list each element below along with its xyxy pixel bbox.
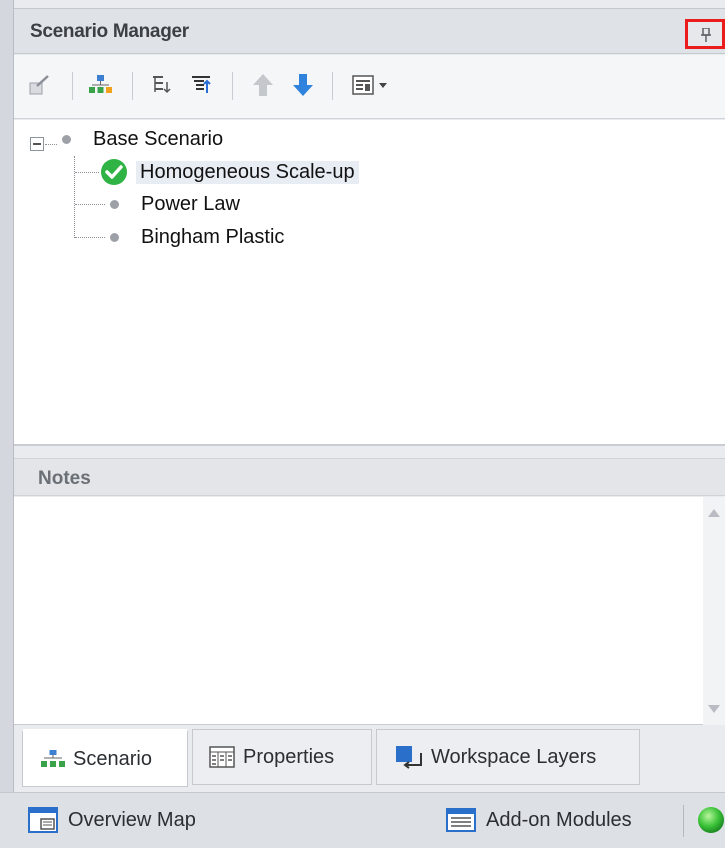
add-on-modules-button[interactable]: Add-on Modules [446,805,632,835]
tree-node-homogeneous-scale-up[interactable]: Homogeneous Scale-up [100,158,359,186]
expand-tree-icon [192,76,211,93]
tree-connector [75,237,105,238]
tab-scenario[interactable]: Scenario [22,729,188,787]
workspace-layers-icon [396,746,422,769]
move-down-icon [293,74,313,96]
pin-button[interactable] [685,19,725,49]
scroll-down-arrow-icon[interactable] [708,705,720,713]
scenario-dot-icon [110,232,119,242]
tree-node-bingham-plastic[interactable]: Bingham Plastic [110,223,284,251]
green-status-icon [698,807,724,833]
overview-map-icon [28,807,58,833]
move-down-button[interactable] [286,68,320,102]
modules-list-icon [446,808,476,832]
edit-scenario-icon [29,75,49,95]
notes-scrollbar[interactable] [703,497,725,725]
bottom-bar: Overview Map Add-on Modules [0,792,725,848]
notes-title: Notes [38,468,91,489]
tree-node-label: Power Law [141,192,240,215]
scroll-up-arrow-icon[interactable] [708,509,720,517]
panel-left-edge [0,0,14,848]
scenario-tree: Base Scenario Homogeneous Scale-up Power… [14,120,725,446]
toolbar-separator [232,72,233,100]
add-on-modules-label: Add-on Modules [486,808,632,831]
overview-map-label: Overview Map [68,808,196,831]
new-child-scenario-button[interactable] [84,68,118,102]
tree-node-base-scenario[interactable]: Base Scenario [62,125,223,153]
toolbar-separator [132,72,133,100]
view-options-dropdown[interactable] [344,68,398,102]
scenario-toolbar [14,55,725,119]
tab-workspace-layers[interactable]: Workspace Layers [376,729,640,785]
tree-connector [45,144,57,145]
toolbar-separator [72,72,73,100]
scenario-manager-panel: Scenario Manager Base Scenario Homogeneo… [0,0,725,848]
panel-title: Scenario Manager [30,21,189,42]
tree-node-power-law[interactable]: Power Law [110,190,240,218]
tree-node-label: Bingham Plastic [141,225,285,248]
panel-tab-strip: Scenario Properties Workspace Layers [14,727,725,789]
panel-title-bar: Scenario Manager [14,8,725,54]
tab-properties[interactable]: Properties [192,729,372,785]
tree-node-label: Homogeneous Scale-up [136,160,359,184]
notes-textarea[interactable] [14,497,725,725]
tree-connector [74,156,75,238]
scenario-dot-icon [62,134,71,144]
move-up-icon [253,74,273,96]
notes-header: Notes [14,458,725,496]
collapse-toggle[interactable] [30,137,44,151]
scenario-dot-icon [110,199,119,209]
tree-node-label: Base Scenario [93,127,224,150]
scenario-tree-icon [41,750,65,767]
view-options-dropdown-icon [352,75,387,95]
tab-label: Workspace Layers [431,745,597,768]
collapse-tree-button[interactable] [144,68,178,102]
tree-connector [75,204,105,205]
tab-label: Properties [243,745,335,768]
status-indicator[interactable] [697,805,725,835]
pin-icon [701,28,711,42]
bottom-bar-separator [683,805,684,837]
tab-label: Scenario [73,747,152,770]
edit-scenario-button[interactable] [22,68,56,102]
collapse-tree-icon [153,76,171,94]
move-up-button[interactable] [246,68,280,102]
properties-grid-icon [209,746,235,768]
tree-connector [75,172,99,173]
expand-tree-button[interactable] [184,68,218,102]
toolbar-separator [332,72,333,100]
overview-map-button[interactable]: Overview Map [28,805,196,835]
new-child-scenario-icon [89,75,112,93]
active-scenario-check-icon [101,159,127,185]
